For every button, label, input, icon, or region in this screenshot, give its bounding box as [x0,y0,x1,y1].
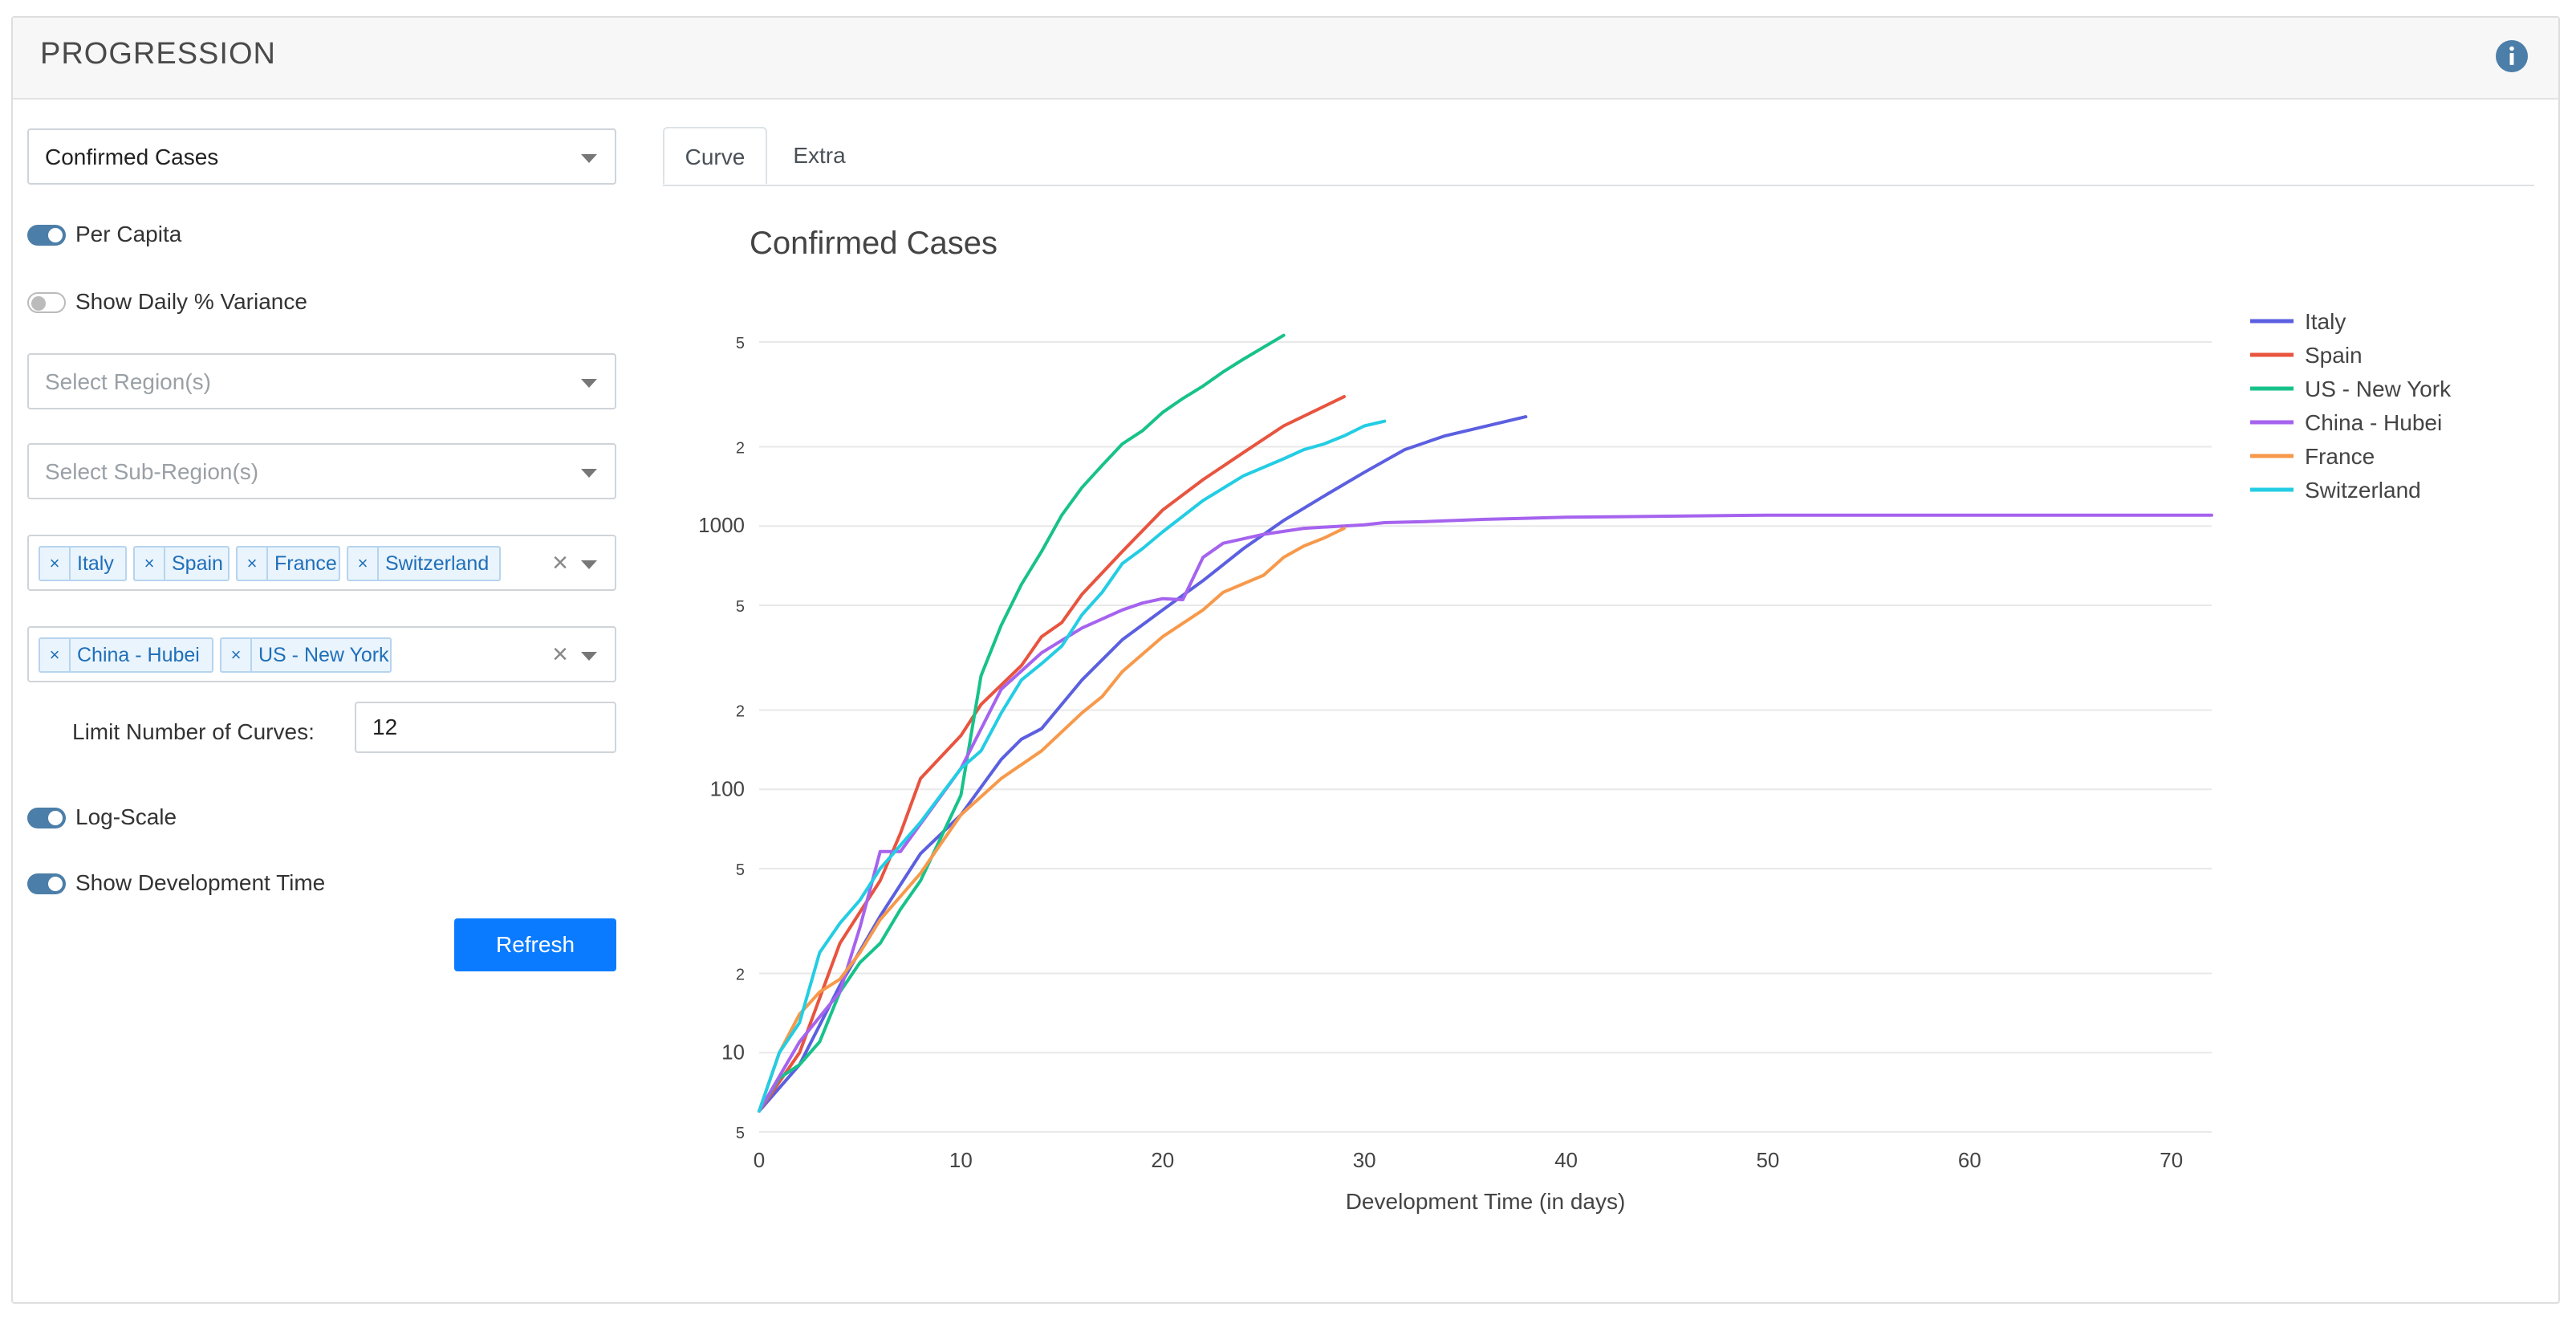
region-tag-label: Spain [172,552,223,575]
chevron-down-icon [581,469,597,478]
daily-variance-toggle[interactable] [27,292,66,313]
x-tick-label: 60 [1958,1148,1981,1172]
clear-icon[interactable]: × [552,639,568,670]
legend-label: China - Hubei [2305,410,2442,435]
dev-time-label: Show Development Time [75,870,326,895]
remove-tag-icon[interactable]: × [348,548,379,580]
region-tag: × Spain [133,546,230,581]
region-tag-label: Switzerland [385,552,490,575]
x-tick-label: 20 [1151,1148,1174,1172]
subregion-select-placeholder: Select Sub-Region(s) [45,459,259,484]
refresh-button[interactable]: Refresh [454,918,616,971]
tab-extra[interactable]: Extra [767,127,872,185]
y-tick-label: 2 [736,703,745,721]
remove-tag-icon[interactable]: × [135,548,165,580]
chevron-down-icon [581,379,597,388]
metric-select[interactable]: Confirmed Cases [27,128,616,185]
subregion-tag-label: US - New York [258,644,389,666]
daily-variance-label: Show Daily % Variance [75,289,307,314]
remove-tag-icon[interactable]: × [40,639,71,671]
legend-label: Spain [2305,343,2363,368]
region-tag: × Italy [39,546,127,581]
region-tag-label: Italy [77,552,114,575]
panel-header: PROGRESSION [13,18,2558,100]
y-tick-label: 5 [736,598,745,616]
chevron-down-icon [581,154,597,163]
chevron-down-icon [581,652,597,661]
subregion-tag-label: China - Hubei [77,644,200,666]
tab-curve[interactable]: Curve [663,127,767,185]
progression-chart: Confirmed Cases51025100251000250 10 20 30 40… [698,226,2452,1214]
region-select-placeholder: Select Region(s) [45,369,211,394]
limit-curves-input[interactable] [355,702,616,753]
chart-title: Confirmed Cases [750,226,997,261]
y-tick-label: 10 [721,1040,745,1064]
y-tick-label: 2 [736,440,745,458]
region-tag: × France [236,546,340,581]
remove-tag-icon[interactable]: × [40,548,71,580]
region-tag: × Switzerland [347,546,501,581]
legend-label: France [2305,444,2375,469]
tab-curve-label: Curve [685,145,746,169]
subregion-tag: × US - New York [220,637,392,673]
selected-regions-multiselect[interactable]: × Italy × Spain × France × Switzerland × [27,535,616,591]
x-axis-label: Development Time (in days) [1346,1189,1626,1214]
dev-time-toggle[interactable] [27,873,66,894]
legend-label: US - New York [2305,377,2452,401]
chevron-down-icon [581,560,597,569]
per-capita-label: Per Capita [75,222,182,246]
log-scale-toggle[interactable] [27,808,66,828]
y-tick-label: 5 [736,335,745,352]
series-line-france [758,527,1346,1113]
y-tick-label: 5 [736,861,745,879]
subregion-select[interactable]: Select Sub-Region(s) [27,443,616,499]
x-tick-label: 30 [1353,1148,1376,1172]
info-icon[interactable] [2494,39,2529,74]
x-tick-label: 50 [1756,1148,1779,1172]
per-capita-toggle[interactable] [27,225,66,246]
y-tick-label: 2 [736,967,745,984]
x-tick-label: 40 [1554,1148,1578,1172]
region-tag-label: France [274,552,337,575]
panel-title: PROGRESSION [40,37,276,71]
subregion-tag: × China - Hubei [39,637,213,673]
tab-extra-label: Extra [793,143,846,168]
remove-tag-icon[interactable]: × [238,548,268,580]
remove-tag-icon[interactable]: × [221,639,252,671]
legend-label: Italy [2305,309,2346,334]
log-scale-label: Log-Scale [75,804,177,829]
clear-icon[interactable]: × [552,548,568,579]
y-tick-label: 100 [710,776,745,800]
region-select[interactable]: Select Region(s) [27,353,616,409]
series-line-switzerland [758,419,1387,1113]
y-tick-label: 5 [736,1125,745,1142]
series-line-spain [758,395,1346,1113]
selected-subregions-multiselect[interactable]: × China - Hubei × US - New York × [27,626,616,682]
x-tick-label: 70 [2160,1148,2183,1172]
limit-curves-label: Limit Number of Curves: [72,719,315,744]
x-tick-label: 10 [949,1148,973,1172]
x-tick-label: 0 [754,1148,765,1172]
tab-bar: Curve Extra [663,109,2534,186]
metric-select-value: Confirmed Cases [45,145,219,169]
legend-label: Switzerland [2305,478,2421,503]
y-tick-label: 1000 [698,513,745,537]
